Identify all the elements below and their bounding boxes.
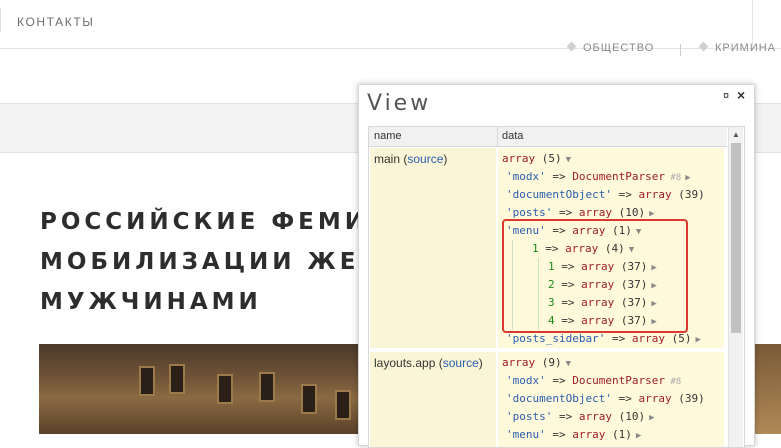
entry-key: 'menu'	[506, 428, 546, 441]
pin-icon[interactable]: ¤	[723, 90, 729, 102]
variables-table: name data main (source) array (5) ▼ 'modx' …	[368, 126, 745, 448]
entry-key: 'posts_sidebar'	[506, 332, 606, 345]
entry-count: (10)	[611, 206, 646, 219]
entry-line[interactable]: 'posts' => array (10) ▶	[506, 408, 655, 426]
entry-hash: #8	[664, 173, 682, 183]
type-label: array	[502, 356, 536, 369]
tag-label: КРИМИНА	[715, 42, 777, 54]
photo-detail	[169, 364, 185, 394]
entry-operator: =>	[545, 428, 573, 441]
expand-arrow-icon[interactable]: ▼	[566, 155, 571, 165]
entry-count: (39)	[671, 392, 705, 405]
entry-hash: #8	[664, 377, 682, 387]
headline-line: МОБИЛИЗАЦИИ ЖЕН	[40, 249, 370, 275]
category-tags: ОБЩЕСТВО КРИМИНА	[0, 41, 781, 62]
entry-operator: =>	[545, 170, 573, 183]
summary-line[interactable]: array (9) ▼	[502, 354, 571, 372]
collapse-arrow-icon[interactable]: ▶	[695, 335, 700, 345]
collapse-arrow-icon[interactable]: ▶	[649, 413, 654, 423]
highlight-box	[502, 219, 688, 333]
entry-operator: =>	[611, 188, 639, 201]
table-row: layouts.app (source) array (9) ▼'modx' => …	[369, 351, 727, 447]
entry-operator: =>	[552, 206, 579, 219]
diamond-icon	[566, 41, 577, 52]
photo-detail	[259, 372, 275, 402]
close-icon[interactable]: ×	[737, 87, 745, 103]
entry-count: (1)	[605, 428, 632, 441]
entry-operator: =>	[611, 392, 639, 405]
entry-count: (5)	[664, 332, 692, 345]
entry-line[interactable]: 'modx' => DocumentParser #8 ▶	[506, 168, 691, 186]
entry-count: (39)	[671, 188, 705, 201]
column-divider	[497, 127, 498, 146]
column-header-data: data	[502, 130, 524, 142]
photo-detail	[139, 366, 155, 396]
count-label: (9)	[535, 356, 562, 369]
tag-society[interactable]: ОБЩЕСТВО	[566, 41, 655, 54]
entry-line[interactable]: 'documentObject' => array (39)	[506, 186, 705, 204]
entry-operator: =>	[605, 332, 632, 345]
expand-arrow-icon[interactable]: ▼	[566, 359, 571, 369]
scrollbar[interactable]: ▲	[728, 127, 743, 447]
entry-key: 'modx'	[506, 170, 546, 183]
tag-label: ОБЩЕСТВО	[583, 42, 655, 54]
collapse-arrow-icon[interactable]: ▶	[685, 173, 690, 183]
entry-operator: =>	[545, 374, 573, 387]
entry-line[interactable]: 'menu' => array (1) ▶	[506, 426, 641, 444]
entry-key: 'documentObject'	[506, 188, 612, 201]
entry-key: 'posts'	[506, 410, 553, 423]
entry-type: array	[638, 188, 672, 201]
source-link[interactable]: source	[407, 152, 443, 166]
entry-type: array	[631, 332, 665, 345]
headline-line: РОССИЙСКИЕ ФЕМИ	[40, 209, 368, 235]
nav-divider	[0, 8, 1, 32]
entry-key: 'documentObject'	[506, 392, 612, 405]
row-data-cell: array (5) ▼'modx' => DocumentParser #8 ▶'d…	[498, 148, 724, 348]
row-name: main	[374, 152, 401, 166]
entry-line[interactable]: 'modx' => DocumentParser #8	[506, 372, 681, 390]
headline-line: МУЖЧИНАМИ	[40, 289, 262, 315]
entry-type: DocumentParser	[572, 374, 665, 387]
row-name: layouts.app	[374, 356, 436, 370]
table-row: main (source) array (5) ▼ 'modx' => Documen…	[369, 147, 727, 349]
row-name-cell: main (source)	[370, 148, 496, 348]
nav-divider-right	[752, 0, 753, 48]
article-photo[interactable]	[39, 344, 359, 434]
panel-title: View	[367, 91, 432, 116]
tag-crime[interactable]: КРИМИНА	[698, 41, 777, 54]
entry-key: 'posts'	[506, 206, 553, 219]
entry-type: array	[572, 428, 606, 441]
count-label: (5)	[535, 152, 562, 165]
column-header-name: name	[374, 130, 402, 142]
summary-line[interactable]: array (5) ▼	[502, 150, 571, 168]
entry-key: 'modx'	[506, 374, 546, 387]
type-label: array	[502, 152, 536, 165]
photo-detail	[217, 374, 233, 404]
entry-count: (10)	[611, 410, 646, 423]
entry-type: array	[578, 206, 612, 219]
entry-type: array	[578, 410, 612, 423]
article-headline[interactable]: РОССИЙСКИЕ ФЕМИ МОБИЛИЗАЦИИ ЖЕН МУЖЧИНАМ…	[40, 202, 370, 322]
photo-detail	[335, 390, 351, 420]
photo-detail	[301, 384, 317, 414]
collapse-arrow-icon[interactable]: ▶	[636, 431, 641, 441]
diamond-icon	[698, 41, 709, 52]
entry-type: array	[638, 392, 672, 405]
view-debug-panel: View ¤ × name data main (source) array (5…	[358, 84, 755, 448]
table-header: name data	[369, 127, 727, 147]
collapse-arrow-icon[interactable]: ▶	[649, 209, 654, 219]
entry-operator: =>	[552, 410, 579, 423]
scroll-up-icon[interactable]: ▲	[732, 130, 740, 139]
source-link[interactable]: source	[443, 356, 479, 370]
scrollbar-thumb[interactable]	[731, 143, 741, 333]
entry-type: DocumentParser	[572, 170, 665, 183]
entry-line[interactable]: 'documentObject' => array (39)	[506, 390, 705, 408]
tag-divider	[680, 44, 681, 56]
nav-link-contacts[interactable]: КОНТАКТЫ	[17, 15, 95, 29]
